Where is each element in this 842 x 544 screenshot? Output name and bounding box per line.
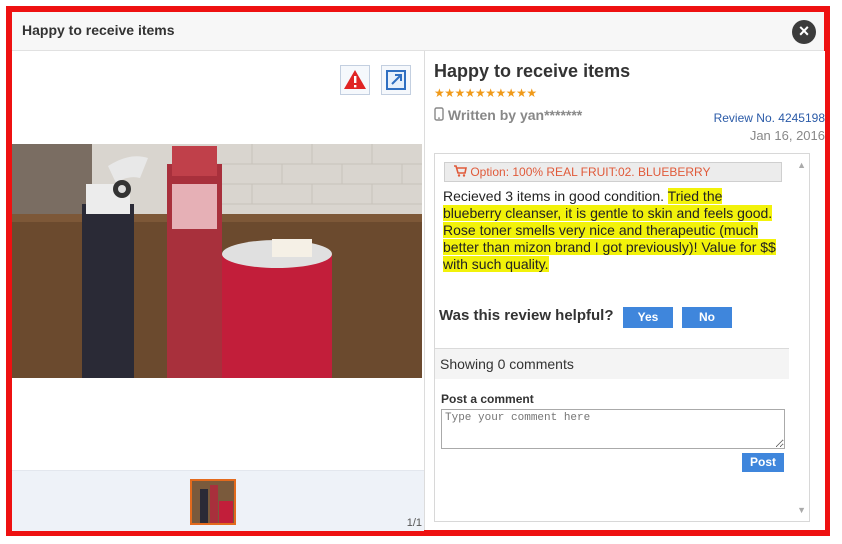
close-icon[interactable]: × (792, 20, 816, 44)
comment-input[interactable] (441, 409, 785, 449)
review-author-text: Written by yan******* (447, 107, 583, 123)
review-photo[interactable] (12, 144, 422, 378)
expand-icon (386, 70, 406, 90)
star-rating: ★★★★★★★★★★ (434, 86, 537, 100)
comments-count: Showing 0 comments (435, 348, 789, 379)
warning-icon (344, 70, 366, 89)
helpful-question: Was this review helpful? (439, 307, 614, 324)
post-button[interactable]: Post (742, 453, 784, 472)
purchase-option-text: Option: 100% REAL FRUIT:02. BLUEBERRY (470, 165, 711, 179)
thumbnail-strip: 1/1 (12, 470, 424, 531)
cart-icon (453, 165, 470, 179)
modal-title: Happy to receive items (22, 22, 175, 38)
review-panel: Happy to receive items ★★★★★★★★★★ Writte… (424, 51, 825, 530)
review-modal: Happy to receive items × 1/1 Happy to re… (6, 6, 830, 536)
helpful-no-button[interactable]: No (682, 307, 732, 328)
review-content-scroll[interactable]: Option: 100% REAL FRUIT:02. BLUEBERRY Re… (434, 153, 810, 522)
helpful-yes-button[interactable]: Yes (623, 307, 673, 328)
photo-page-count: 1/1 (406, 517, 422, 529)
report-button[interactable] (340, 65, 370, 95)
review-date: Jan 16, 2016 (749, 128, 825, 143)
photo-thumbnail[interactable] (190, 479, 236, 525)
review-body: Recieved 3 items in good condition. Trie… (443, 188, 779, 273)
expand-button[interactable] (381, 65, 411, 95)
review-body-plain: Recieved 3 items in good condition. (443, 188, 668, 204)
scroll-down-arrow-icon[interactable]: ▼ (797, 505, 806, 515)
review-author: Written by yan******* (434, 107, 582, 123)
post-comment-label: Post a comment (441, 392, 534, 406)
purchase-option: Option: 100% REAL FRUIT:02. BLUEBERRY (444, 162, 782, 182)
modal-titlebar: Happy to receive items × (12, 12, 824, 51)
scroll-up-arrow-icon[interactable]: ▲ (797, 160, 806, 170)
review-title: Happy to receive items (434, 61, 631, 81)
mobile-icon (434, 107, 448, 123)
photo-panel: 1/1 (12, 51, 424, 531)
review-number: Review No. 4245198 (713, 111, 825, 125)
product-photo (12, 144, 422, 378)
